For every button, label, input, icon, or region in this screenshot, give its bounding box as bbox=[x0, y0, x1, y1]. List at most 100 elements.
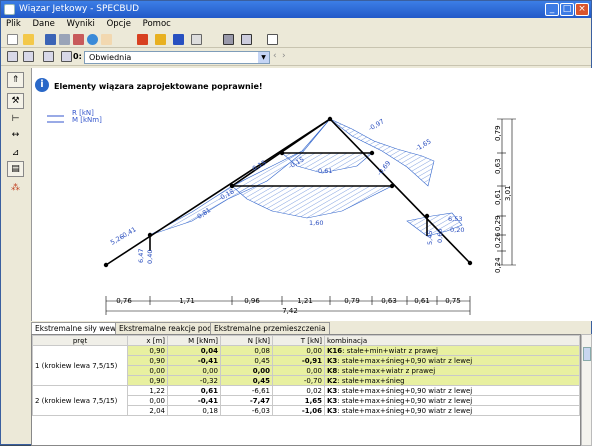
close-button[interactable]: × bbox=[575, 3, 589, 16]
menu-dane[interactable]: Dane bbox=[27, 18, 58, 29]
m-cell: -0,41 bbox=[167, 395, 221, 406]
m-cell: 0,04 bbox=[167, 345, 221, 356]
x-cell: 0,00 bbox=[127, 395, 168, 406]
combination-code: K3 bbox=[327, 356, 338, 365]
legend-m-text: M [kNm] bbox=[72, 116, 102, 124]
dim-label: 0,76 bbox=[116, 297, 132, 305]
results-icon[interactable] bbox=[241, 34, 252, 45]
minimize-button[interactable]: _ bbox=[545, 3, 559, 16]
next-arrow-icon[interactable]: › bbox=[282, 51, 286, 61]
x-cell: 0,90 bbox=[127, 375, 168, 386]
load-icon[interactable] bbox=[137, 34, 148, 45]
combination-text: : stałe+max+śnieg+0,90 wiatr z lewej bbox=[337, 386, 473, 395]
results-table[interactable]: pręt x [m] M [kNm] N [kN] T [kN] kombina… bbox=[31, 334, 581, 446]
list-icon[interactable]: ▤ bbox=[7, 161, 24, 177]
load-case-select[interactable]: Obwiednia ▼ bbox=[84, 51, 270, 64]
combination-code: K8 bbox=[327, 366, 338, 375]
col-header: M [kNm] bbox=[167, 335, 221, 346]
combination-code: K3 bbox=[327, 406, 338, 415]
dim-label: 1,71 bbox=[179, 297, 195, 305]
dim-label: 0,26 bbox=[494, 232, 502, 248]
view-left-icon[interactable] bbox=[7, 51, 18, 62]
table-scrollbar[interactable] bbox=[581, 334, 592, 446]
value-label: 6,47 bbox=[137, 249, 145, 263]
calc-icon[interactable] bbox=[223, 34, 234, 45]
menu-pomoc[interactable]: Pomoc bbox=[138, 18, 175, 29]
combination-code: K16 bbox=[327, 346, 343, 355]
x-cell: 2,04 bbox=[127, 405, 168, 416]
results-tabs: Ekstremalne siły wewnętrzne Ekstremalne … bbox=[31, 322, 592, 334]
col-header: x [m] bbox=[127, 335, 168, 346]
col-header: pręt bbox=[32, 335, 128, 346]
dim-label: 0,61 bbox=[494, 189, 502, 205]
view-both-icon[interactable] bbox=[43, 51, 54, 62]
menu-wyniki[interactable]: Wyniki bbox=[62, 18, 99, 29]
prev-arrow-icon[interactable]: ‹ bbox=[273, 51, 277, 61]
window-title: Wiązar Jetkowy - SPECBUD bbox=[19, 4, 140, 14]
m-cell: -0,32 bbox=[167, 375, 221, 386]
menu-opcje[interactable]: Opcje bbox=[102, 18, 135, 29]
help-icon[interactable] bbox=[87, 34, 98, 45]
dimension-icon[interactable]: ↔ bbox=[7, 128, 24, 144]
print-icon[interactable] bbox=[59, 34, 70, 45]
value-label: -0,97 bbox=[367, 117, 386, 132]
combination-text: : stałe+max+śnieg bbox=[337, 376, 405, 385]
col-header: kombinacja bbox=[324, 335, 580, 346]
view-right-icon[interactable] bbox=[23, 51, 34, 62]
angle-icon[interactable]: ⊿ bbox=[7, 146, 24, 162]
table-header-row: pręt x [m] M [kNm] N [kN] T [kN] kombina… bbox=[32, 335, 580, 346]
chevron-down-icon[interactable]: ▼ bbox=[258, 52, 269, 63]
dim-label: 0,61 bbox=[414, 297, 430, 305]
dim-label: 0,29 bbox=[494, 215, 502, 231]
eraser-icon[interactable] bbox=[191, 34, 202, 45]
t-cell: 1,65 bbox=[272, 395, 325, 406]
whats-this-icon[interactable] bbox=[267, 34, 278, 45]
m-cell: 0,00 bbox=[167, 365, 221, 376]
m-cell: 0,18 bbox=[167, 405, 221, 416]
combination-cell: K3: stałe+max+śnieg+0,90 wiatr z lewej bbox=[324, 355, 580, 366]
dim-label: 0,63 bbox=[381, 297, 397, 305]
open-folder-icon[interactable] bbox=[23, 34, 34, 45]
dim-total-label: 3,01 bbox=[504, 185, 512, 201]
up-arrow-icon[interactable]: ⇑ bbox=[7, 72, 24, 88]
new-file-icon[interactable] bbox=[7, 34, 18, 45]
export-icon[interactable] bbox=[73, 34, 84, 45]
x-cell: 0,00 bbox=[127, 365, 168, 376]
member-cell: 2 (krokiew lewa 7,5/15) bbox=[32, 385, 128, 416]
maximize-button[interactable]: □ bbox=[560, 3, 574, 16]
title-bar: Wiązar Jetkowy - SPECBUD _ □ × bbox=[1, 1, 591, 18]
value-label: -1,65 bbox=[414, 137, 433, 152]
combination-code: K3 bbox=[327, 386, 338, 395]
dim-label: 0,79 bbox=[494, 125, 502, 141]
main-window: Wiązar Jetkowy - SPECBUD _ □ × Plik Dane… bbox=[0, 0, 592, 446]
save-icon[interactable] bbox=[45, 34, 56, 45]
network-icon[interactable]: ⁂ bbox=[7, 181, 24, 197]
table-row[interactable]: 2 (krokiew lewa 7,5/15) 1,22 0,61 -6,61 … bbox=[32, 385, 580, 416]
drawing-canvas[interactable]: R [kN] M [kNm] 1,60 0,61 0,81 -0,69 -0,9… bbox=[31, 68, 592, 321]
dim-total-label: 7,42 bbox=[282, 307, 298, 315]
t-cell: -0,70 bbox=[272, 375, 325, 386]
combination-text: : stałe+max+wiatr z prawej bbox=[337, 366, 436, 375]
dim-label: 0,79 bbox=[344, 297, 360, 305]
material-icon[interactable] bbox=[173, 34, 184, 45]
n-cell: -6,03 bbox=[220, 405, 273, 416]
value-label: 0,61 bbox=[318, 167, 332, 175]
view-top-icon[interactable] bbox=[61, 51, 72, 62]
n-cell: -7,47 bbox=[220, 395, 273, 406]
tab-displacements[interactable]: Ekstremalne przemieszczenia bbox=[210, 322, 330, 334]
menu-plik[interactable]: Plik bbox=[1, 18, 25, 29]
member-cell: 1 (krokiew lewa 7,5/15) bbox=[32, 345, 128, 386]
section-icon[interactable] bbox=[155, 34, 166, 45]
n-cell: 0,45 bbox=[220, 355, 273, 366]
support-icon[interactable]: ⊢ bbox=[7, 112, 24, 128]
n-cell: 0,45 bbox=[220, 375, 273, 386]
document-icon[interactable] bbox=[101, 34, 112, 45]
menu-bar: Plik Dane Wyniki Opcje Pomoc bbox=[1, 18, 591, 31]
table-row[interactable]: 1 (krokiew lewa 7,5/15) 0,90 0,04 0,08 0… bbox=[32, 345, 580, 386]
combination-cell: K3: stałe+max+śnieg+0,90 wiatr z lewej bbox=[324, 385, 580, 396]
scrollbar-thumb[interactable] bbox=[583, 347, 591, 361]
x-cell: 0,90 bbox=[127, 355, 168, 366]
combination-text: : stałe+max+śnieg+0,90 wiatr z lewej bbox=[337, 406, 473, 415]
dim-label: 0,75 bbox=[445, 297, 461, 305]
truss-icon[interactable]: ⚒ bbox=[7, 93, 24, 109]
